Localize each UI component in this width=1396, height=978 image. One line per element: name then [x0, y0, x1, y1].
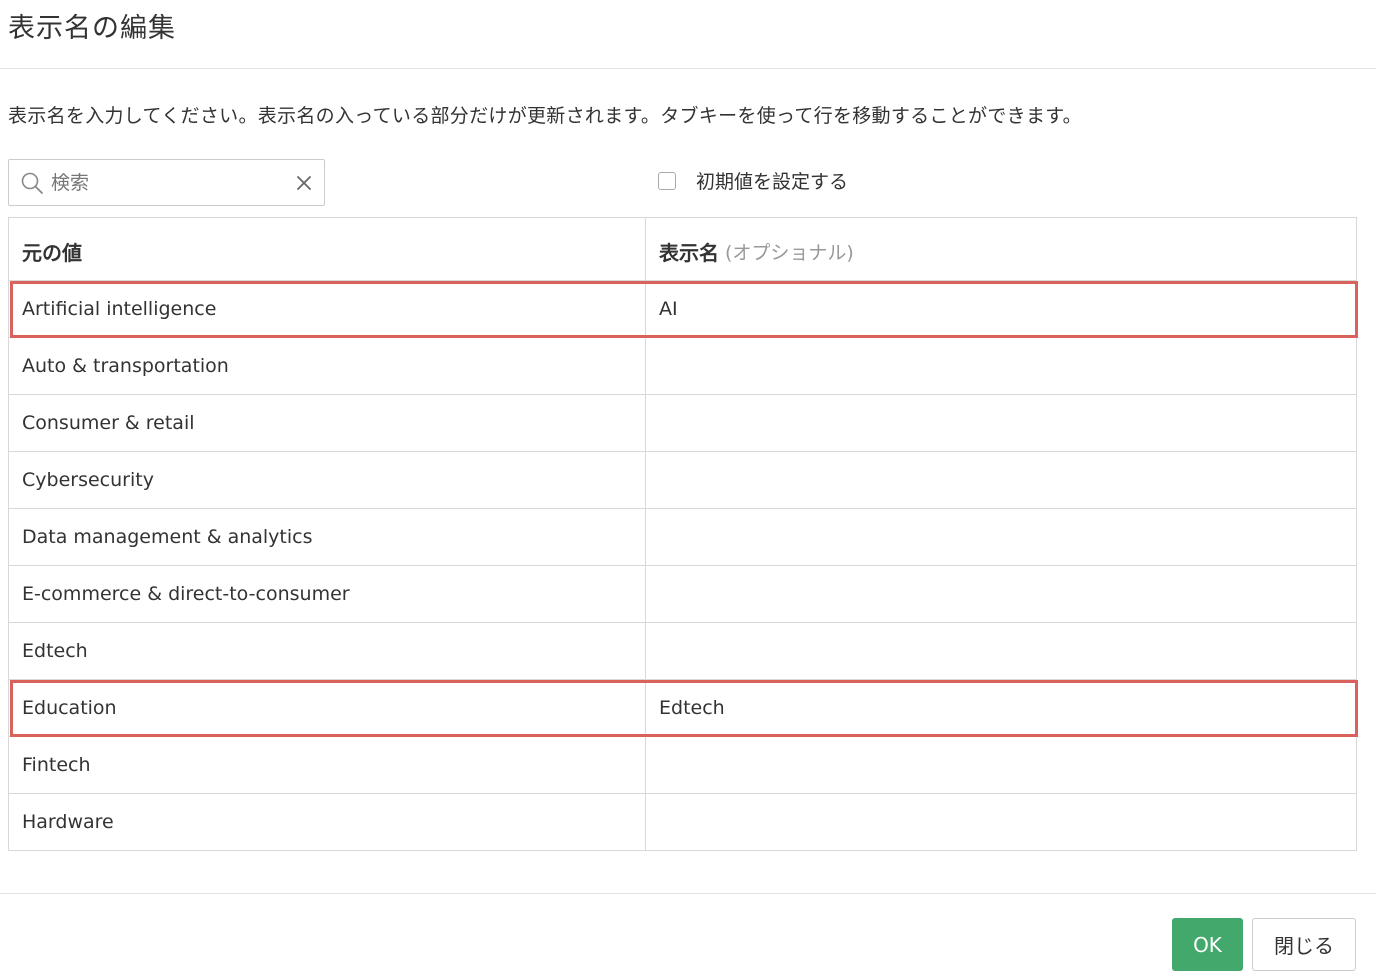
table-row: Cybersecurity [9, 452, 1356, 509]
search-input[interactable] [51, 166, 289, 199]
display-name-cell[interactable] [646, 566, 1356, 622]
dialog-description: 表示名を入力してください。表示名の入っている部分だけが更新されます。タブキーを使… [8, 105, 1082, 127]
table-row: Artificial intelligence AI [9, 281, 1358, 338]
table-row: Hardware [9, 794, 1356, 850]
set-default-label: 初期値を設定する [696, 171, 849, 193]
original-value-cell: Artificial intelligence [9, 281, 646, 337]
header-divider [0, 68, 1376, 69]
search-icon [21, 172, 43, 194]
column-header-display-label: 表示名 [659, 240, 719, 265]
display-name-cell[interactable]: Edtech [646, 680, 1356, 736]
display-name-cell[interactable] [646, 794, 1356, 850]
table-row: Education Edtech [9, 680, 1358, 737]
column-header-original: 元の値 [9, 218, 646, 280]
original-value-cell: Data management & analytics [9, 509, 646, 565]
display-name-cell[interactable] [646, 623, 1356, 679]
display-name-cell[interactable] [646, 737, 1356, 793]
original-value-cell: Edtech [9, 623, 646, 679]
original-value-cell: Fintech [9, 737, 646, 793]
ok-button[interactable]: OK [1172, 918, 1243, 971]
table-row: Edtech [9, 623, 1356, 680]
display-name-cell[interactable] [646, 509, 1356, 565]
display-name-cell[interactable] [646, 338, 1356, 394]
search-box[interactable] [8, 159, 325, 206]
column-header-optional-note: (オプショナル) [725, 241, 854, 264]
column-header-display: 表示名 (オプショナル) [646, 218, 1356, 280]
original-value-cell: E-commerce & direct-to-consumer [9, 566, 646, 622]
display-name-cell[interactable] [646, 452, 1356, 508]
set-default-checkbox[interactable]: 初期値を設定する [658, 167, 848, 194]
footer-divider [0, 893, 1376, 894]
original-value-cell: Hardware [9, 794, 646, 850]
checkbox[interactable] [658, 171, 676, 190]
close-button[interactable]: 閉じる [1252, 918, 1356, 971]
display-name-table: 元の値 表示名 (オプショナル) Artificial intelligence… [8, 217, 1358, 851]
table-row: Fintech [9, 737, 1356, 794]
table-row: E-commerce & direct-to-consumer [9, 566, 1356, 623]
original-value-cell: Auto & transportation [9, 338, 646, 394]
original-value-cell: Cybersecurity [9, 452, 646, 508]
display-name-cell[interactable]: AI [646, 281, 1356, 337]
table-row: Consumer & retail [9, 395, 1356, 452]
close-icon[interactable] [294, 173, 314, 193]
original-value-cell: Consumer & retail [9, 395, 646, 451]
display-name-cell[interactable] [646, 395, 1356, 451]
table-header: 元の値 表示名 (オプショナル) [9, 218, 1356, 281]
column-header-original-label: 元の値 [22, 240, 82, 265]
dialog-title: 表示名の編集 [8, 13, 176, 44]
table-row: Auto & transportation [9, 338, 1356, 395]
table-row: Data management & analytics [9, 509, 1356, 566]
original-value-cell: Education [9, 680, 646, 736]
